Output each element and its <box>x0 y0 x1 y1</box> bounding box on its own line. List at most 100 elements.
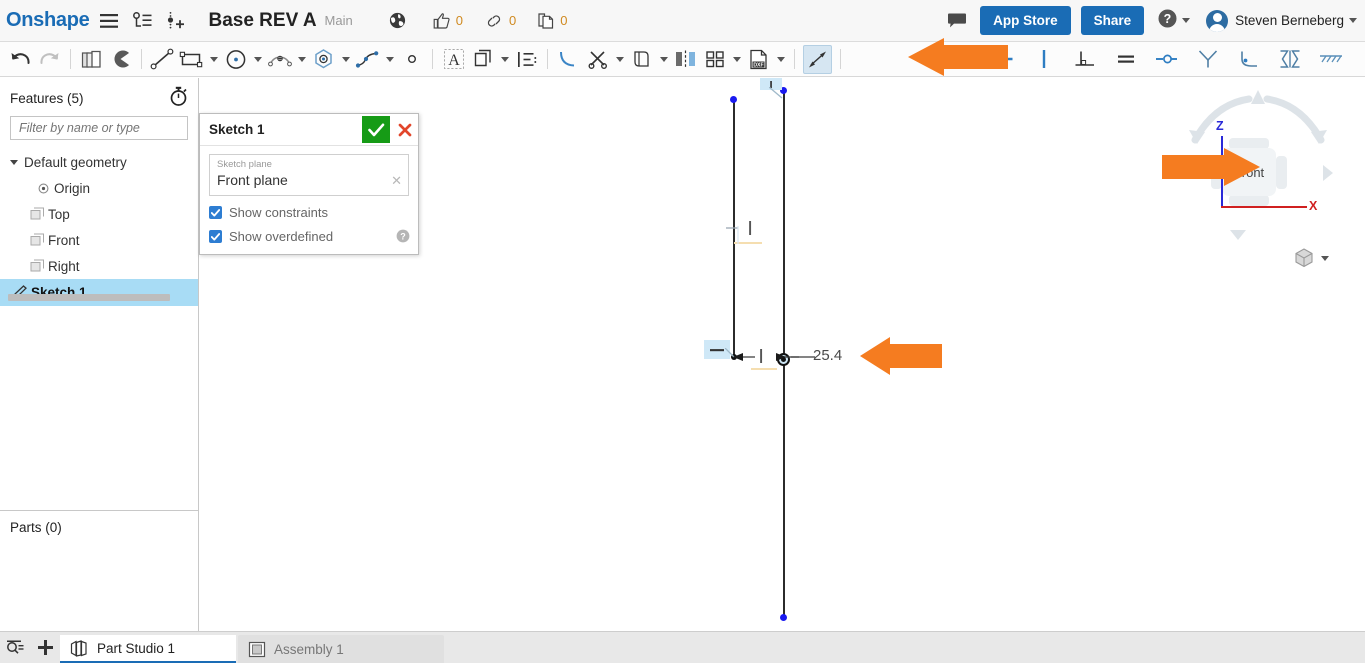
view-cube-x-axis <box>1221 206 1307 208</box>
link-counter[interactable]: 0 <box>485 13 516 28</box>
help-chevron-down-icon[interactable] <box>1182 18 1191 23</box>
help-circle-icon[interactable]: ? <box>1158 9 1177 33</box>
like-counter[interactable]: 0 <box>433 12 463 29</box>
version-graph-icon[interactable] <box>129 8 155 34</box>
vertical-icon[interactable] <box>1029 45 1058 74</box>
midpoint-icon[interactable] <box>1234 45 1263 74</box>
perpendicular-icon[interactable] <box>1070 45 1099 74</box>
sketch-plane-field[interactable]: Sketch plane Front plane ✕ <box>209 154 409 196</box>
polygon-icon[interactable] <box>309 45 338 74</box>
extend-chevron-down-icon[interactable] <box>656 45 671 74</box>
check-icon[interactable] <box>362 116 390 143</box>
pattern-grid-icon[interactable] <box>700 45 729 74</box>
spline-icon[interactable] <box>353 45 382 74</box>
rectangle-icon[interactable] <box>177 45 206 74</box>
dxf-file-icon[interactable]: DXF <box>744 45 773 74</box>
pattern-chevron-down-icon[interactable] <box>729 45 744 74</box>
tree-item-right[interactable]: Right <box>0 253 198 279</box>
tab-assembly-1[interactable]: Assembly 1 <box>238 635 444 663</box>
view-cube-down-arrow-icon[interactable] <box>1229 228 1247 242</box>
user-menu[interactable]: Steven Berneberg <box>1206 9 1357 32</box>
show-overdefined-checkbox[interactable] <box>209 230 222 243</box>
arc-chevron-down-icon[interactable] <box>294 45 309 74</box>
help-menu[interactable]: ? <box>1158 9 1191 33</box>
extend-icon[interactable] <box>627 45 656 74</box>
tree-item-top[interactable]: Top <box>0 201 198 227</box>
app-store-button[interactable]: App Store <box>980 6 1071 35</box>
symmetric-icon[interactable] <box>1275 45 1304 74</box>
add-tab-button[interactable] <box>30 631 60 663</box>
filter-input[interactable] <box>17 120 181 136</box>
user-chevron-down-icon[interactable] <box>1349 18 1357 23</box>
arrow-to-viewcube-front <box>1162 148 1260 186</box>
filter-input-wrapper[interactable] <box>10 116 188 140</box>
fix-hatch-icon[interactable] <box>1316 45 1346 74</box>
insert-feature-icon[interactable] <box>162 8 188 34</box>
search-tabs-icon[interactable] <box>0 631 30 663</box>
dxf-chevron-down-icon[interactable] <box>773 45 788 74</box>
comment-icon[interactable] <box>944 8 970 34</box>
mirror-icon[interactable] <box>671 45 700 74</box>
show-constraints-row[interactable]: Show constraints <box>209 205 409 220</box>
vertical-constraint-leader <box>726 226 739 244</box>
polygon-chevron-down-icon[interactable] <box>338 45 353 74</box>
circle-chevron-down-icon[interactable] <box>250 45 265 74</box>
point-icon[interactable] <box>397 45 426 74</box>
share-button[interactable]: Share <box>1080 6 1145 35</box>
parts-section: Parts (0) <box>0 510 198 631</box>
view-cube-z-label: Z <box>1216 119 1224 133</box>
fillet-icon[interactable] <box>554 45 583 74</box>
show-overdefined-row[interactable]: Show overdefined <box>209 229 409 244</box>
spline-chevron-down-icon[interactable] <box>382 45 397 74</box>
offset-chevron-down-icon[interactable] <box>497 45 512 74</box>
onshape-logo[interactable]: Onshape <box>6 9 90 32</box>
tree-item-default-geometry[interactable]: Default geometry <box>0 149 198 175</box>
tree-item-sketch-1[interactable]: Sketch 1 <box>0 279 198 306</box>
view-mode-menu[interactable] <box>1294 247 1329 269</box>
svg-text:DXF: DXF <box>753 62 763 68</box>
tab-part-studio-1[interactable]: Part Studio 1 <box>60 635 236 663</box>
redo-button[interactable] <box>35 45 64 74</box>
offset-icon[interactable] <box>468 45 497 74</box>
like-count: 0 <box>455 13 463 28</box>
globe-icon[interactable] <box>385 8 411 34</box>
sketch-point-bottom-right[interactable] <box>780 614 787 621</box>
text-icon[interactable]: A <box>439 45 468 74</box>
sketch-point-top-left[interactable] <box>730 96 737 103</box>
copy-sketch-icon[interactable] <box>77 45 106 74</box>
document-title[interactable]: Base REV A <box>208 10 316 32</box>
view-cube-right-arrow-icon[interactable] <box>1321 164 1335 182</box>
equal-icon[interactable] <box>1111 45 1140 74</box>
list-icon[interactable] <box>512 45 541 74</box>
pac-shape-icon[interactable] <box>106 45 135 74</box>
rectangle-chevron-down-icon[interactable] <box>206 45 221 74</box>
trim-chevron-down-icon[interactable] <box>612 45 627 74</box>
dimension-tool[interactable] <box>803 44 832 74</box>
concentric-icon[interactable] <box>1152 45 1181 74</box>
view-mode-chevron-down-icon[interactable] <box>1321 255 1329 261</box>
scissors-icon[interactable] <box>583 45 612 74</box>
x-icon[interactable] <box>392 116 418 143</box>
stopwatch-icon[interactable] <box>169 86 188 111</box>
svg-text:?: ? <box>400 231 406 241</box>
feature-tree-horizontal-scrollbar[interactable] <box>8 294 170 301</box>
hamburger-menu-icon[interactable] <box>96 8 122 34</box>
tree-item-front[interactable]: Front <box>0 227 198 253</box>
svg-text:?: ? <box>1164 12 1172 26</box>
view-cube-edge-bottom[interactable] <box>1229 195 1269 206</box>
clear-x-icon[interactable]: ✕ <box>391 173 402 189</box>
line-icon[interactable] <box>148 45 177 74</box>
sketch-dialog: Sketch 1 Sketch plane Front plane ✕ Show… <box>199 113 419 255</box>
tangent-icon[interactable] <box>1193 45 1222 74</box>
help-icon[interactable]: ? <box>396 229 410 248</box>
show-constraints-checkbox[interactable] <box>209 206 222 219</box>
chevron-down-icon[interactable] <box>10 159 24 165</box>
arc-icon[interactable] <box>265 45 294 74</box>
tree-item-origin[interactable]: Origin <box>0 175 198 201</box>
view-cube-edge-right[interactable] <box>1276 156 1287 189</box>
circle-icon[interactable] <box>221 45 250 74</box>
copy-counter[interactable]: 0 <box>538 12 568 29</box>
copy-count: 0 <box>560 13 568 28</box>
undo-button[interactable] <box>6 45 35 74</box>
sketch-dialog-titlebar: Sketch 1 <box>200 114 418 146</box>
